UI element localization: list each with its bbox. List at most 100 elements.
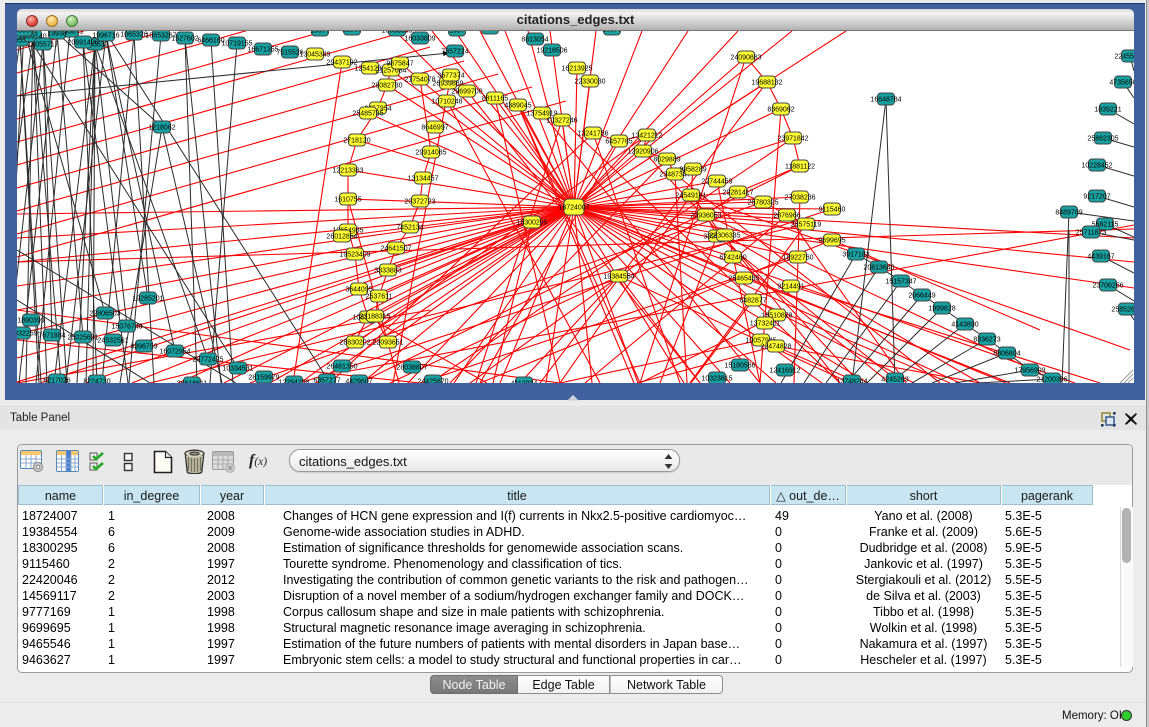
svg-text:29699700: 29699700 [451, 88, 482, 95]
svg-text:13754919: 13754919 [526, 110, 557, 117]
svg-text:22744459: 22744459 [701, 178, 732, 185]
svg-text:29281417: 29281417 [722, 189, 753, 196]
svg-text:6357277: 6357277 [313, 377, 340, 383]
svg-text:28082730: 28082730 [371, 82, 402, 89]
svg-text:9214491: 9214491 [777, 283, 804, 290]
svg-text:22455603: 22455603 [1114, 53, 1134, 60]
svg-text:12920906: 12920906 [627, 148, 658, 155]
svg-text:26618611: 26618611 [177, 380, 208, 383]
svg-text:28159979: 28159979 [248, 374, 279, 381]
svg-text:12416912: 12416912 [769, 367, 800, 374]
svg-text:2876966: 2876966 [773, 212, 800, 219]
svg-text:8646997: 8646997 [421, 124, 448, 131]
svg-text:19938: 19938 [47, 31, 67, 37]
svg-text:4735650: 4735650 [1109, 79, 1134, 86]
svg-text:22474828: 22474828 [760, 343, 791, 350]
svg-text:25025631: 25025631 [67, 334, 98, 341]
svg-text:10323815: 10323815 [701, 375, 732, 382]
svg-text:3333883: 3333883 [374, 267, 401, 274]
svg-text:10334531: 10334531 [222, 365, 253, 372]
svg-text:9875847: 9875847 [386, 60, 413, 67]
svg-text:23706266: 23706266 [1092, 282, 1123, 289]
svg-text:21200396: 21200396 [1036, 376, 1067, 383]
svg-text:15157347: 15157347 [885, 278, 916, 285]
svg-text:8813054: 8813054 [521, 36, 548, 43]
svg-text:20813640: 20813640 [863, 264, 894, 271]
svg-text:11881122: 11881122 [785, 163, 815, 170]
svg-text:28012854: 28012854 [326, 233, 357, 240]
svg-text:22093651: 22093651 [372, 339, 403, 346]
svg-text:6217026: 6217026 [43, 377, 70, 383]
svg-text:19384554: 19384554 [603, 273, 634, 280]
svg-text:4389045: 4389045 [504, 102, 531, 109]
svg-text:24641507: 24641507 [380, 245, 411, 252]
svg-text:26780325: 26780325 [747, 199, 778, 206]
svg-text:9217207: 9217207 [1083, 193, 1110, 200]
svg-text:8489709: 8489709 [1055, 209, 1082, 216]
svg-text:28830202: 28830202 [339, 339, 370, 346]
svg-text:28575119: 28575119 [791, 221, 822, 228]
svg-text:20772475: 20772475 [192, 356, 223, 363]
svg-text:7671884: 7671884 [38, 332, 65, 339]
svg-text:16033809: 16033809 [404, 35, 435, 42]
svg-text:12294238: 12294238 [278, 379, 309, 383]
svg-text:3917183: 3917183 [842, 251, 869, 258]
svg-text:22806503: 22806503 [89, 310, 120, 317]
svg-text:8811165: 8811165 [482, 95, 508, 102]
svg-text:18922760: 18922760 [782, 254, 813, 261]
svg-text:17956909: 17956909 [1014, 367, 1045, 374]
svg-text:9115460: 9115460 [819, 206, 846, 213]
svg-text:16648784: 16648784 [870, 96, 901, 103]
svg-text:8806804: 8806804 [993, 350, 1020, 357]
svg-text:19832259: 19832259 [17, 330, 38, 337]
svg-text:20691406: 20691406 [67, 39, 98, 46]
svg-text:4245263: 4245263 [881, 376, 908, 383]
svg-text:22330030: 22330030 [574, 78, 605, 85]
svg-text:3677374: 3677374 [437, 72, 464, 79]
svg-text:21754078: 21754078 [404, 76, 435, 83]
svg-text:2537611: 2537611 [366, 293, 393, 300]
svg-text:23936053: 23936053 [690, 212, 721, 219]
svg-text:15180586: 15180586 [724, 362, 755, 369]
svg-text:3644095: 3644095 [345, 286, 372, 293]
svg-text:24425670: 24425670 [417, 378, 448, 383]
svg-text:29437192: 29437192 [326, 59, 357, 66]
svg-text:27038236: 27038236 [784, 194, 815, 201]
svg-text:26461350: 26461350 [326, 363, 357, 370]
svg-text:19285201: 19285201 [132, 295, 163, 302]
svg-text:6742460: 6742460 [719, 254, 746, 261]
svg-text:8813: 8813 [482, 31, 498, 32]
svg-text:1610755: 1610755 [334, 196, 361, 203]
svg-text:19688132: 19688132 [751, 79, 782, 86]
svg-text:1890399: 1890399 [17, 317, 44, 324]
svg-text:6482877: 6482877 [739, 297, 766, 304]
svg-text:1065326: 1065326 [120, 31, 147, 38]
svg-text:1997: 1997 [449, 31, 465, 34]
svg-text:16072954: 16072954 [159, 348, 190, 355]
svg-text:4439167: 4439167 [1087, 253, 1114, 260]
svg-text:10327246: 10327246 [546, 117, 577, 124]
svg-text:1527602: 1527602 [171, 35, 198, 42]
svg-text:13045349: 13045349 [299, 51, 330, 58]
svg-text:29914085: 29914085 [415, 149, 446, 156]
svg-text:25465435: 25465435 [728, 275, 759, 282]
svg-text:1996716: 1996716 [92, 32, 119, 39]
svg-text:2718120: 2718120 [343, 137, 370, 144]
svg-text:9699695: 9699695 [818, 237, 845, 244]
svg-text:23971842: 23971842 [777, 135, 808, 142]
svg-text:7452134: 7452134 [396, 224, 423, 231]
svg-text:1218062: 1218062 [148, 124, 175, 131]
svg-text:19218506: 19218506 [536, 47, 567, 54]
svg-text:13421212: 13421212 [631, 132, 662, 139]
svg-text:25882305: 25882305 [1087, 135, 1118, 142]
svg-text:13748244: 13748244 [836, 378, 867, 383]
svg-text:24532561: 24532561 [97, 337, 128, 344]
svg-text:19523409: 19523409 [339, 251, 370, 258]
svg-text:8369062: 8369062 [767, 106, 794, 113]
svg-text:7355061: 7355061 [17, 31, 38, 34]
svg-text:8336273: 8336273 [973, 336, 1000, 343]
svg-text:8224730: 8224730 [83, 378, 110, 383]
svg-text:24549181: 24549181 [675, 192, 706, 199]
svg-text:22306335: 22306335 [709, 232, 740, 239]
svg-text:8029889: 8029889 [653, 156, 680, 163]
